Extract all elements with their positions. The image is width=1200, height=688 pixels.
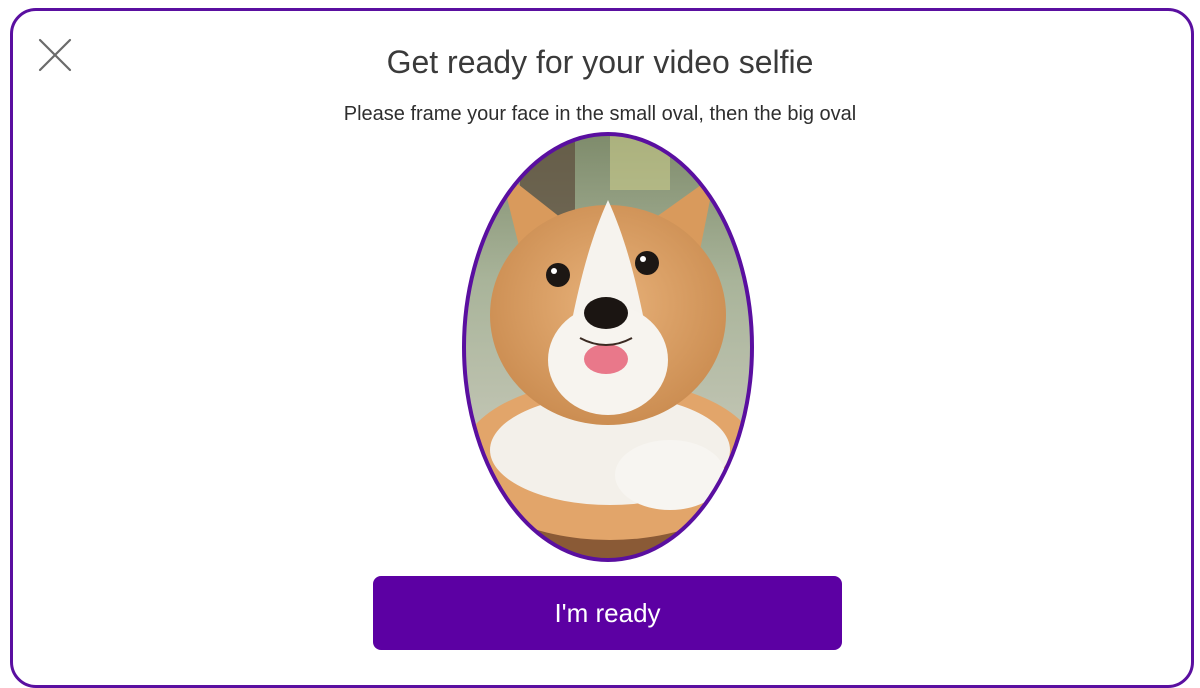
dialog-title: Get ready for your video selfie (386, 44, 814, 80)
dialog-subtitle: Please frame your face in the small oval… (343, 103, 857, 125)
face-oval-frame (460, 130, 756, 564)
camera-preview (462, 132, 754, 562)
puppy-photo (464, 134, 752, 560)
im-ready-button[interactable]: I'm ready (373, 576, 842, 650)
